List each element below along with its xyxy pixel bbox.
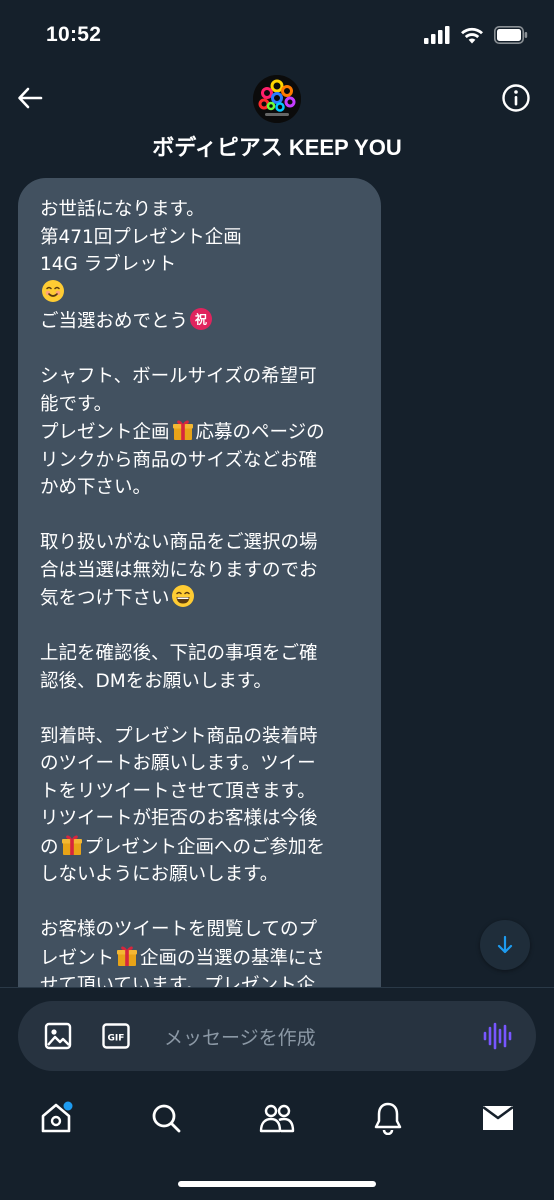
message-line-text: リツイートが拒否のお客様は今後 <box>40 808 318 829</box>
home-icon <box>41 1101 73 1133</box>
message-line-text: 合は当選は無効になりますのでお <box>40 559 318 581</box>
status-bar: 10:52 <box>0 0 554 70</box>
gift-emoji <box>117 946 138 966</box>
nav-communities[interactable] <box>259 1100 295 1136</box>
message-line: ご当選おめでとう祝 <box>40 307 365 336</box>
message-line: リンクから商品のサイズなどお確 <box>40 447 365 475</box>
messages-icon <box>482 1105 514 1130</box>
message-line: のツイートお願いします。ツイー <box>40 750 365 778</box>
message-line-text: せて頂いています。プレゼント企 <box>40 975 316 987</box>
message-line <box>40 279 365 308</box>
info-icon <box>502 84 530 112</box>
message-line-text: ご当選おめでとう <box>40 311 189 332</box>
message-line: 気をつけ下さい <box>40 584 365 613</box>
message-bubble[interactable]: お世話になります。 第471回プレゼント企画 14G ラブレット ご当選おめでとう祝シ… <box>18 178 381 987</box>
status-time: 10:52 <box>46 23 102 46</box>
message-line-text: お世話になります。 <box>40 199 205 220</box>
composer-bar: GIF メッセージを作成 <box>0 987 554 1082</box>
message-line <box>40 502 365 530</box>
avatar[interactable] <box>253 75 301 123</box>
message-line: 能です。 <box>40 391 365 419</box>
back-arrow-icon <box>18 87 43 109</box>
conversation-title[interactable]: ボディピアス KEEP YOU <box>0 130 554 162</box>
gift-emoji <box>61 835 82 855</box>
message-line-text: 能です。 <box>40 393 113 415</box>
message-line-text: かめ下さい。 <box>40 477 152 498</box>
message-composer[interactable]: GIF メッセージを作成 <box>18 1001 536 1071</box>
message-line-text: リンクから商品のサイズなどお確 <box>40 449 317 471</box>
message-line-text: お客様のツイートを閲覧してのプ <box>40 919 317 940</box>
gif-icon[interactable]: GIF <box>102 1022 130 1050</box>
message-text: お世話になります。 第471回プレゼント企画 14G ラブレット ご当選おめでとう祝シ… <box>40 196 365 987</box>
image-icon[interactable] <box>44 1022 72 1050</box>
gif-label: GIF <box>108 1034 125 1044</box>
nav-messages[interactable] <box>480 1100 516 1136</box>
nav-search[interactable] <box>148 1100 184 1136</box>
message-line: トをリツイートさせて頂きます。 <box>40 778 365 806</box>
arrow-down-icon <box>497 935 513 954</box>
message-line: しないようにお願いします。 <box>40 861 365 889</box>
message-input[interactable]: メッセージを作成 <box>164 1023 316 1050</box>
message-line <box>40 613 365 641</box>
conversation-header: ボディピアス KEEP YOU <box>0 70 554 165</box>
svg-text:祝: 祝 <box>195 312 207 327</box>
message-line <box>40 889 365 917</box>
message-line-text: のツイートお願いします。ツイー <box>40 753 316 774</box>
battery-icon <box>494 26 528 44</box>
message-line: お世話になります。 <box>40 196 365 224</box>
message-line-text: の <box>40 836 59 858</box>
message-line: お客様のツイートを閲覧してのプ <box>40 916 365 944</box>
voice-wave-icon[interactable] <box>482 1021 512 1051</box>
nav-home[interactable] <box>38 1100 74 1136</box>
message-line: 合は当選は無効になりますのでお <box>40 557 365 585</box>
message-line-text: 到着時、プレゼント商品の装着時 <box>40 725 318 747</box>
home-indicator[interactable] <box>178 1181 376 1187</box>
message-line: せて頂いています。プレゼント企 <box>40 972 365 987</box>
info-button[interactable] <box>500 82 532 114</box>
smiling-face-emoji <box>42 279 64 302</box>
message-line-text: 企画の当選の基準にさ <box>140 947 325 969</box>
status-icons <box>424 26 528 44</box>
grinning-face-emoji <box>171 585 194 607</box>
message-line: 認後、DMをお願いします。 <box>40 668 365 696</box>
message-line: 第471回プレゼント企画 <box>40 224 365 252</box>
gift-emoji <box>172 420 193 440</box>
message-line-text: プレゼント企画へのご参加を <box>84 836 326 858</box>
message-line <box>40 695 365 723</box>
message-line-text: トをリツイートさせて頂きます。 <box>40 780 316 802</box>
message-line-text: 応募のページの <box>195 422 325 443</box>
message-line: プレゼント企画 応募のページの <box>40 418 365 447</box>
wifi-icon <box>461 27 483 44</box>
message-line-text: 取り扱いがない商品をご選択の場 <box>40 532 318 553</box>
scroll-to-bottom-button[interactable] <box>480 920 530 970</box>
nav-notifications[interactable] <box>370 1100 406 1136</box>
message-line-text: 気をつけ下さい <box>40 588 170 609</box>
message-line-text: シャフト、ボールサイズの希望可 <box>40 366 317 387</box>
message-list[interactable]: お世話になります。 第471回プレゼント企画 14G ラブレット ご当選おめでとう祝シ… <box>0 165 554 987</box>
brand-logo-icon <box>253 75 301 123</box>
message-line-text: レゼント <box>40 947 115 969</box>
message-line: リツイートが拒否のお客様は今後 <box>40 805 365 833</box>
message-line <box>40 336 365 364</box>
search-icon <box>152 1104 181 1133</box>
message-line-text: 上記を確認後、下記の事項をご確 <box>40 643 318 664</box>
message-line: の プレゼント企画へのご参加を <box>40 833 365 862</box>
message-line: 14G ラブレット <box>40 251 365 279</box>
notifications-icon <box>374 1102 402 1135</box>
communities-icon <box>259 1104 295 1133</box>
message-line: かめ下さい。 <box>40 474 365 502</box>
message-line: シャフト、ボールサイズの希望可 <box>40 363 365 391</box>
message-line: 上記を確認後、下記の事項をご確 <box>40 640 365 668</box>
message-line-text: 14G ラブレット <box>40 254 177 275</box>
signal-icon <box>424 26 450 44</box>
message-line-text: プレゼント企画 <box>40 422 170 443</box>
message-line: 取り扱いがない商品をご選択の場 <box>40 529 365 557</box>
message-line: 到着時、プレゼント商品の装着時 <box>40 723 365 751</box>
message-line-text: 認後、DMをお願いします。 <box>40 670 272 692</box>
message-line: レゼント 企画の当選の基準にさ <box>40 944 365 973</box>
back-button[interactable] <box>14 82 46 114</box>
message-line-text: 第471回プレゼント企画 <box>40 226 242 248</box>
message-line-text: しないようにお願いします。 <box>40 864 279 885</box>
congratulations-ideograph-emoji: 祝 <box>190 308 213 330</box>
